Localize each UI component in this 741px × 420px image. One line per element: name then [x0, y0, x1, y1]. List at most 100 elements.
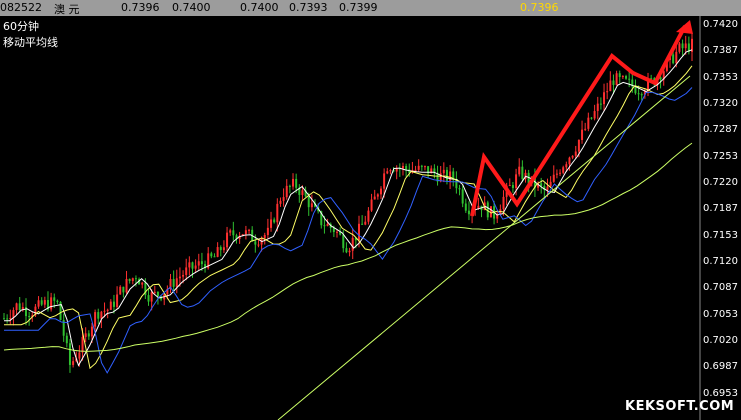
candle-body — [587, 117, 590, 129]
candle-body — [672, 54, 675, 64]
candle-body — [342, 234, 345, 249]
candle-body — [106, 309, 109, 311]
candle-body — [15, 303, 18, 311]
candle-body — [288, 185, 291, 187]
candle-body — [461, 189, 464, 204]
candle-body — [577, 139, 580, 152]
candle-body — [172, 278, 175, 287]
candle-body — [81, 336, 84, 353]
candle-body — [301, 190, 304, 195]
candle-body — [153, 291, 156, 293]
candle-body — [40, 300, 43, 305]
candle-body — [540, 183, 543, 186]
candle-body — [191, 262, 194, 269]
candle-body — [263, 234, 266, 239]
ma-line-slow — [3, 142, 693, 352]
candle-body — [351, 237, 354, 251]
candle-body — [675, 51, 678, 64]
candle-body — [420, 165, 423, 167]
period-label: 60分钟 — [3, 20, 39, 33]
candle-body — [568, 157, 571, 165]
candle-body — [584, 128, 587, 130]
candle-body — [637, 93, 640, 95]
candle-body — [18, 303, 21, 311]
y-tick-label: 0.7153 — [703, 229, 738, 241]
candle-body — [122, 286, 125, 293]
candle-body — [43, 300, 46, 305]
y-tick-label: 0.6953 — [703, 388, 738, 399]
candle-body — [276, 203, 279, 223]
candle-body — [68, 343, 71, 365]
candle-body — [581, 129, 584, 140]
candle-body — [103, 310, 106, 312]
candle-body — [565, 164, 568, 168]
candle-body — [552, 174, 555, 182]
candle-body — [546, 186, 549, 190]
candle-body — [467, 210, 470, 215]
current-price: 0.7396 — [520, 1, 559, 14]
candle-body — [282, 197, 285, 201]
candle-body — [593, 111, 596, 119]
y-tick-label: 0.7053 — [703, 308, 738, 320]
candle-body — [361, 223, 364, 225]
candle-body — [379, 188, 382, 195]
candle-body — [515, 174, 518, 188]
y-tick-label: 0.7120 — [703, 256, 738, 268]
candle-body — [615, 73, 618, 85]
candle-body — [640, 94, 643, 96]
candle-body — [9, 317, 12, 319]
y-tick-label: 0.7320 — [703, 98, 738, 109]
price-chart[interactable] — [0, 16, 741, 420]
candle-body — [3, 318, 5, 320]
candle-body — [279, 200, 282, 204]
candle-body — [521, 166, 524, 179]
candle-body — [559, 172, 562, 174]
candle-body — [449, 171, 452, 181]
y-tick-label: 0.7287 — [703, 124, 738, 136]
candle-body — [257, 244, 260, 246]
candle-body — [248, 229, 251, 231]
candle-body — [141, 282, 144, 285]
candle-body — [109, 301, 112, 310]
candle-body — [445, 169, 448, 181]
y-tick-label: 0.6987 — [703, 361, 738, 373]
candle-body — [323, 225, 326, 227]
quote-value: 0.7393 — [289, 1, 328, 14]
candle-body — [128, 278, 131, 281]
candle-body — [78, 352, 81, 359]
chart-window: 082522 澳 元 0.7396 0.7400 0.7400 0.7393 0… — [0, 0, 741, 420]
indicator-label: 移动平均线 — [3, 36, 58, 49]
candle-body — [50, 297, 53, 310]
candle-body — [603, 92, 606, 105]
candle-body — [273, 219, 276, 223]
candle-body — [270, 219, 273, 228]
candle-body — [53, 297, 56, 301]
y-tick-label: 0.7020 — [703, 335, 738, 347]
candle-body — [549, 181, 552, 187]
candle-body — [100, 311, 103, 319]
candle-body — [562, 167, 565, 173]
candle-body — [182, 274, 185, 277]
y-tick-label: 0.7387 — [703, 45, 738, 57]
candle-body — [389, 170, 392, 172]
candle-body — [401, 166, 404, 169]
candle-body — [596, 103, 599, 112]
candle-body — [348, 250, 351, 253]
quote-value: 0.7396 — [121, 1, 160, 14]
candle-body — [508, 185, 511, 187]
candle-body — [194, 265, 197, 269]
candle-body — [28, 316, 31, 318]
candle-body — [6, 318, 9, 320]
candle-body — [216, 247, 219, 257]
candle-body — [417, 165, 420, 170]
candle-body — [229, 230, 232, 233]
candle-body — [423, 166, 426, 168]
candle-body — [678, 43, 681, 52]
candle-body — [175, 278, 178, 287]
candle-body — [131, 278, 134, 281]
candle-body — [502, 196, 505, 210]
trendline — [277, 75, 691, 420]
watermark-text: KEKSOFT.COM — [625, 399, 735, 414]
candle-body — [156, 291, 159, 297]
quote-header: 082522 澳 元 0.7396 0.7400 0.7400 0.7393 0… — [0, 0, 741, 16]
